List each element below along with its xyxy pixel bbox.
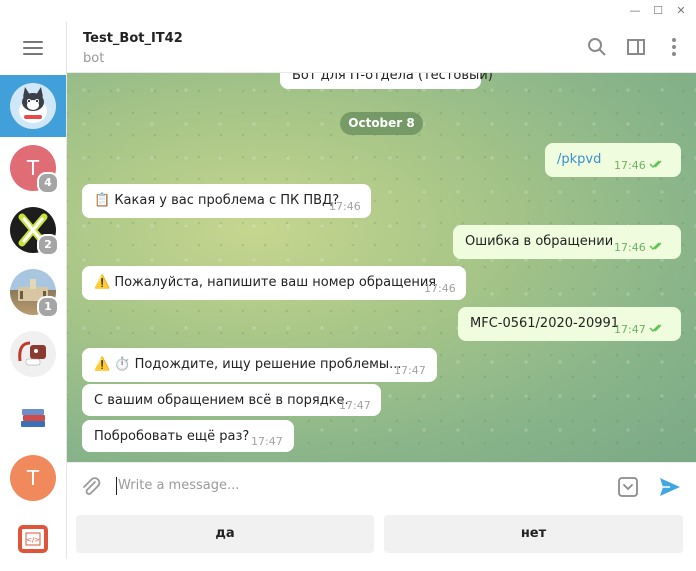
- double-check-icon: [649, 160, 662, 169]
- unread-badge: 4: [37, 172, 59, 194]
- message-history[interactable]: Бот для IT-отдела (тестовый) October 8 /…: [67, 73, 696, 462]
- more-options-icon[interactable]: [663, 36, 685, 58]
- chat-list-sidebar: T 4 2 1 T </>: [0, 22, 67, 563]
- clipboard-icon: 📋: [94, 193, 111, 208]
- incoming-message[interactable]: ⚠️ ⏱️ Подождите, ищу решение проблемы...…: [82, 348, 437, 382]
- message-text: MFC-0561/2020-20991: [470, 316, 620, 331]
- chat-avatar: T: [10, 455, 56, 501]
- chat-subtitle: bot: [83, 51, 105, 66]
- message-time: 17:47: [394, 364, 426, 377]
- message-time: 17:46: [614, 159, 646, 172]
- code-app-avatar: </>: [10, 517, 56, 563]
- unread-badge: 1: [37, 296, 59, 318]
- outgoing-message[interactable]: Ошибка в обращении 17:46: [453, 225, 681, 259]
- chat-item-test-bot[interactable]: [0, 75, 66, 137]
- incoming-message[interactable]: ⚠️ Пожалуйста, напишите ваш номер обраще…: [82, 266, 466, 300]
- warning-timer-icon: ⚠️ ⏱️: [94, 357, 131, 372]
- search-icon[interactable]: [586, 36, 608, 58]
- reply-button-no[interactable]: нет: [384, 515, 683, 553]
- message-time: 17:47: [614, 323, 646, 336]
- message-time: 17:46: [614, 241, 646, 254]
- message-input[interactable]: Write a message...: [118, 478, 239, 493]
- message-text: Подождите, ищу решение проблемы...: [134, 357, 402, 372]
- message-text: Бот для IT-отдела (тестовый): [292, 73, 493, 83]
- chat-title[interactable]: Test_Bot_IT42: [83, 31, 183, 46]
- incoming-message[interactable]: С вашим обращением всё в порядке. 17:47: [82, 384, 381, 416]
- books-avatar: [10, 393, 56, 439]
- close-window-button[interactable]: ✕: [671, 3, 691, 19]
- maximize-button[interactable]: ☐: [648, 3, 668, 19]
- menu-icon[interactable]: [23, 41, 43, 55]
- date-separator: October 8: [340, 112, 423, 135]
- message-text: С вашим обращением всё в порядке.: [94, 393, 349, 408]
- message-text: Ошибка в обращении: [465, 234, 614, 249]
- message-time: 17:46: [424, 282, 456, 295]
- message-text: Побробовать ещё раз?: [94, 429, 250, 444]
- incoming-message[interactable]: Побробовать ещё раз? 17:47: [82, 420, 294, 452]
- sidebar-toggle-icon[interactable]: [625, 36, 647, 58]
- window-titlebar: — ☐ ✕: [0, 0, 696, 22]
- reply-button-yes[interactable]: да: [76, 515, 374, 553]
- outgoing-message[interactable]: MFC-0561/2020-20991 17:47: [458, 307, 681, 341]
- message-time: 17:46: [329, 200, 361, 213]
- message-partial[interactable]: Бот для IT-отдела (тестовый): [280, 73, 493, 89]
- message-text: Какая у вас проблема с ПК ПВД?: [114, 193, 340, 208]
- message-time: 17:47: [251, 435, 283, 448]
- chat-item-books[interactable]: [0, 385, 66, 447]
- bot-keyboard-icon[interactable]: [616, 475, 640, 499]
- chat-item-t1[interactable]: T 4: [0, 137, 66, 199]
- send-icon[interactable]: [658, 475, 682, 499]
- message-text: Пожалуйста, напишите ваш номер обращения: [114, 275, 437, 290]
- attach-icon[interactable]: [80, 476, 102, 498]
- svg-text:</>: </>: [26, 536, 40, 544]
- text-cursor: [116, 477, 117, 495]
- chat-item-sticker[interactable]: [0, 323, 66, 385]
- message-time: 17:47: [339, 399, 371, 412]
- command-link[interactable]: /pkpvd: [557, 152, 601, 167]
- chat-item-code[interactable]: </>: [0, 509, 66, 571]
- sticker-avatar: [10, 331, 56, 377]
- outgoing-message[interactable]: /pkpvd 17:46: [545, 143, 681, 177]
- double-check-icon: [649, 242, 662, 251]
- chat-item-city[interactable]: 1: [0, 261, 66, 323]
- bot-cat-avatar: [10, 83, 56, 129]
- unread-badge: 2: [37, 234, 59, 256]
- chat-header: Test_Bot_IT42 bot: [67, 22, 696, 73]
- message-composer: Write a message...: [67, 462, 696, 511]
- double-check-icon: [649, 324, 662, 333]
- incoming-message[interactable]: 📋 Какая у вас проблема с ПК ПВД? 17:46: [82, 184, 371, 218]
- minimize-button[interactable]: —: [625, 3, 645, 19]
- warning-icon: ⚠️: [94, 275, 111, 290]
- chat-item-t2[interactable]: T: [0, 447, 66, 509]
- chat-item-x[interactable]: 2: [0, 199, 66, 261]
- reply-keyboard: да нет: [67, 510, 696, 559]
